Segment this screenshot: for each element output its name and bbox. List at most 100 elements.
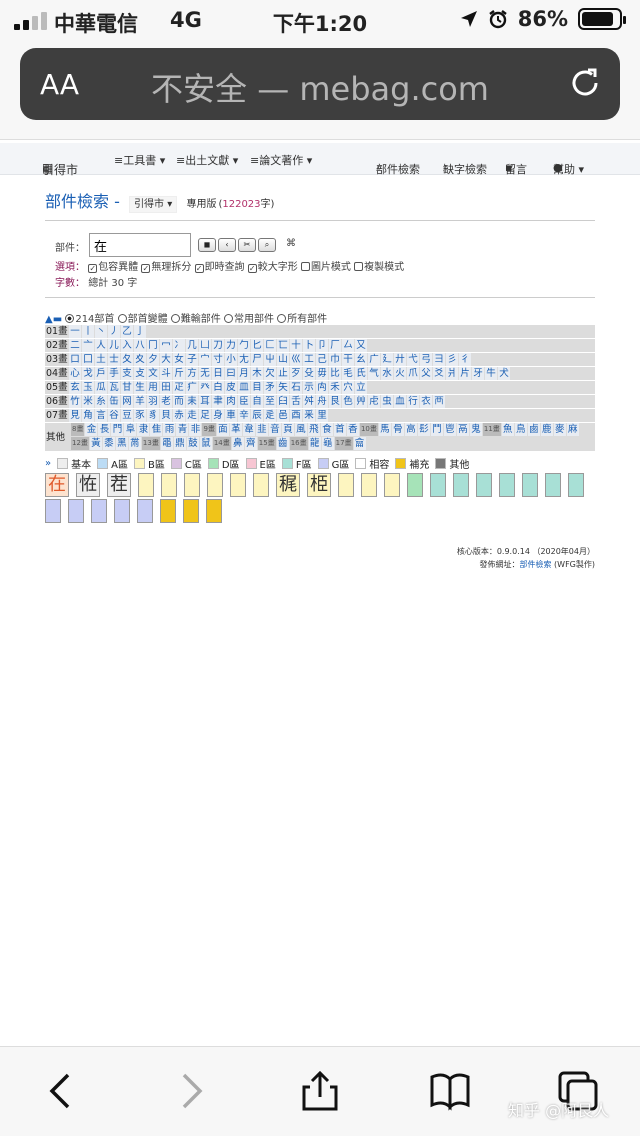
radical-button[interactable]: 黽 — [160, 437, 173, 450]
radical-button[interactable]: 尢 — [238, 353, 250, 366]
radical-button[interactable]: 矛 — [264, 381, 276, 394]
option-include-variants[interactable]: ✓ 包容異體 — [88, 262, 138, 273]
radical-button[interactable]: 羊 — [134, 395, 146, 408]
result-char[interactable] — [253, 473, 269, 497]
forward-arrow-icon[interactable] — [168, 1069, 212, 1113]
result-char[interactable] — [183, 499, 199, 523]
radical-button[interactable]: 走 — [186, 409, 198, 422]
radical-button[interactable]: 八 — [134, 339, 146, 352]
radical-button[interactable]: 卜 — [303, 339, 315, 352]
radical-button[interactable]: 鬲 — [456, 423, 469, 436]
radical-button[interactable]: 聿 — [212, 395, 224, 408]
radical-button[interactable]: 疒 — [186, 381, 198, 394]
radical-button[interactable]: 厶 — [342, 339, 354, 352]
radical-button[interactable]: 缶 — [108, 395, 120, 408]
command-icon[interactable]: ⌘ — [286, 238, 296, 249]
result-char[interactable] — [91, 499, 107, 523]
radical-button[interactable]: 而 — [173, 395, 185, 408]
radical-button[interactable]: 夊 — [134, 353, 146, 366]
radical-button[interactable]: 立 — [355, 381, 367, 394]
radical-button[interactable]: 色 — [342, 395, 354, 408]
radical-button[interactable]: 黃 — [89, 437, 102, 450]
radical-button[interactable]: 亅 — [134, 325, 146, 338]
radical-button[interactable]: 非 — [189, 423, 202, 436]
radical-button[interactable]: 石 — [290, 381, 302, 394]
radical-button[interactable]: 宀 — [199, 353, 211, 366]
result-char[interactable] — [361, 473, 377, 497]
radical-button[interactable]: 耒 — [186, 395, 198, 408]
radical-button[interactable]: 髟 — [417, 423, 430, 436]
result-char[interactable] — [207, 473, 223, 497]
radical-button[interactable]: 香 — [346, 423, 359, 436]
option-instant-query[interactable]: ✓ 即時查詢 — [194, 262, 245, 273]
radical-button[interactable]: 儿 — [108, 339, 120, 352]
option-image-mode[interactable]: 圖片模式 — [300, 262, 351, 273]
radical-button[interactable]: 广 — [368, 353, 380, 366]
radical-button[interactable]: 隹 — [150, 423, 163, 436]
address-text[interactable]: 不安全 — mebag.com — [20, 64, 620, 110]
result-char[interactable] — [160, 499, 176, 523]
radical-button[interactable]: 生 — [134, 381, 146, 394]
radical-button[interactable]: 龜 — [321, 437, 334, 450]
radical-button[interactable]: 皿 — [238, 381, 250, 394]
result-char[interactable] — [384, 473, 400, 497]
result-char[interactable]: 在 — [45, 473, 69, 497]
result-char[interactable] — [161, 473, 177, 497]
collapse-icon[interactable]: ▲▬ — [45, 314, 62, 325]
radical-button[interactable]: 毛 — [342, 367, 354, 380]
radical-button[interactable]: 戶 — [95, 367, 107, 380]
radical-button[interactable]: 爪 — [407, 367, 419, 380]
radical-button[interactable]: 日 — [212, 367, 224, 380]
radical-button[interactable]: 臣 — [238, 395, 250, 408]
radical-button[interactable]: 鼠 — [199, 437, 212, 450]
result-char[interactable] — [230, 473, 246, 497]
option-irrational-split[interactable]: ✓ 無理拆分 — [141, 262, 191, 273]
radical-button[interactable]: 欠 — [264, 367, 276, 380]
radical-button[interactable]: 黹 — [128, 437, 141, 450]
radical-button[interactable]: 鬥 — [430, 423, 443, 436]
result-char[interactable]: 恠 — [76, 473, 100, 497]
radio-214[interactable]: 214部首 — [65, 314, 114, 325]
radical-button[interactable]: 鬼 — [469, 423, 482, 436]
edition-dropdown[interactable]: 引得市 ▾ — [129, 196, 178, 213]
radical-button[interactable]: 弋 — [407, 353, 419, 366]
radical-button[interactable]: 田 — [160, 381, 172, 394]
radical-button[interactable]: 冖 — [160, 339, 172, 352]
radical-button[interactable]: 凵 — [199, 339, 211, 352]
radical-button[interactable]: 毋 — [316, 367, 328, 380]
publish-link[interactable]: 部件檢索 — [520, 560, 552, 569]
result-char[interactable] — [45, 499, 61, 523]
bookmarks-icon[interactable] — [428, 1069, 472, 1113]
radical-button[interactable]: 匸 — [277, 339, 289, 352]
radical-button[interactable]: 鹿 — [540, 423, 553, 436]
nav-papers[interactable]: ≡論文著作 ▾ — [250, 152, 312, 168]
radical-button[interactable]: 瓦 — [108, 381, 120, 394]
radical-button[interactable]: 又 — [355, 339, 367, 352]
radical-button[interactable]: 豸 — [147, 409, 159, 422]
radical-button[interactable]: 龍 — [308, 437, 321, 450]
radical-button[interactable]: 冂 — [147, 339, 159, 352]
result-char[interactable] — [407, 473, 423, 497]
radical-button[interactable]: 舛 — [303, 395, 315, 408]
radical-button[interactable]: 貝 — [160, 409, 172, 422]
radical-button[interactable]: 弓 — [420, 353, 432, 366]
radical-button[interactable]: 目 — [251, 381, 263, 394]
radical-button[interactable]: 韋 — [242, 423, 255, 436]
result-char[interactable] — [68, 499, 84, 523]
result-char[interactable] — [476, 473, 492, 497]
radical-button[interactable]: 行 — [407, 395, 419, 408]
radical-button[interactable]: 网 — [121, 395, 133, 408]
search-button[interactable]: ⌕ — [258, 238, 276, 252]
radical-button[interactable]: 麥 — [553, 423, 566, 436]
radical-button[interactable]: 豕 — [134, 409, 146, 422]
radical-button[interactable]: 犬 — [498, 367, 510, 380]
radical-button[interactable]: 魚 — [501, 423, 514, 436]
radical-button[interactable]: 爻 — [433, 367, 445, 380]
radical-button[interactable]: 入 — [121, 339, 133, 352]
radical-button[interactable]: 虍 — [368, 395, 380, 408]
radical-button[interactable]: 女 — [173, 353, 185, 366]
radical-button[interactable]: 疋 — [173, 381, 185, 394]
radical-button[interactable]: 手 — [108, 367, 120, 380]
radical-button[interactable]: 卩 — [316, 339, 328, 352]
radical-button[interactable]: 曰 — [225, 367, 237, 380]
